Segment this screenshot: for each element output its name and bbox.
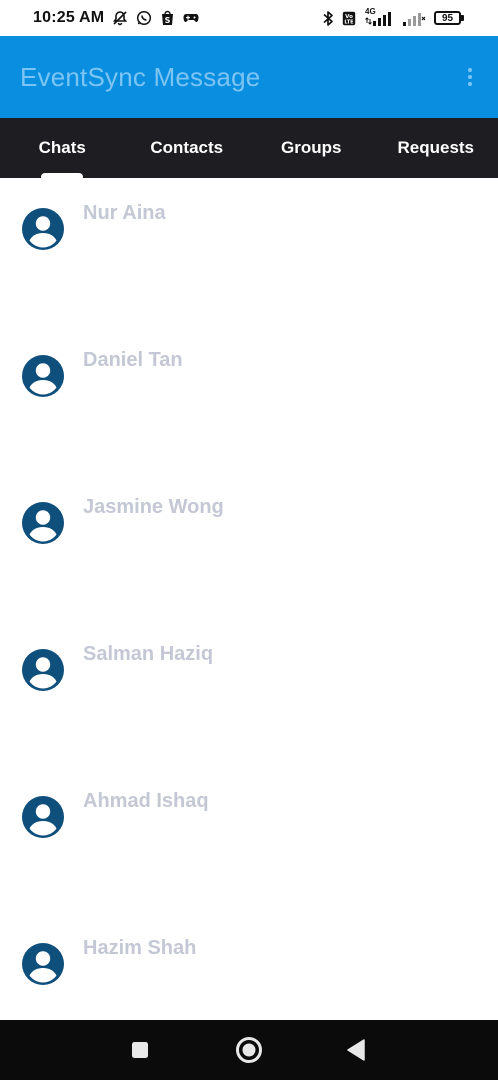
person-avatar-icon	[22, 208, 64, 250]
app-title: EventSync Message	[20, 61, 261, 92]
home-circle-icon[interactable]	[235, 1036, 263, 1064]
network-type-label: 4G	[365, 7, 376, 16]
shopee-icon: S	[160, 10, 175, 26]
chat-item-jasmine-wong[interactable]: Jasmine Wong	[0, 472, 498, 619]
recents-square-icon[interactable]	[131, 1041, 149, 1059]
tab-label: Requests	[397, 138, 475, 157]
battery-tip	[461, 15, 464, 21]
chat-item-daniel-tan[interactable]: Daniel Tan	[0, 325, 498, 472]
battery-icon: 95	[434, 11, 464, 25]
tab-chats[interactable]: Chats	[0, 118, 125, 178]
back-triangle-icon[interactable]	[346, 1039, 366, 1061]
chat-item-hazim-shah[interactable]: Hazim Shah	[0, 913, 498, 1020]
chat-item-salman-haziq[interactable]: Salman Haziq	[0, 619, 498, 766]
person-avatar-icon	[22, 355, 64, 397]
tab-label: Chats	[38, 138, 86, 157]
tab-label: Contacts	[150, 138, 224, 157]
chat-name: Ahmad Ishaq	[83, 790, 209, 812]
tab-contacts[interactable]: Contacts	[125, 118, 250, 178]
person-avatar-icon	[22, 943, 64, 985]
person-avatar-icon	[22, 649, 64, 691]
status-right: Vo LTE 4G 95	[322, 7, 464, 27]
bluetooth-icon	[322, 10, 334, 27]
chat-item-ahmad-ishaq[interactable]: Ahmad Ishaq	[0, 766, 498, 913]
status-left: 10:25 AM S	[33, 9, 199, 27]
mute-bell-icon	[112, 10, 128, 26]
system-nav-bar	[0, 1020, 498, 1080]
game-controller-icon	[183, 12, 199, 24]
chat-name: Hazim Shah	[83, 937, 197, 959]
battery-level: 95	[434, 11, 461, 25]
tab-label: Groups	[281, 138, 342, 157]
menu-dot	[468, 82, 472, 86]
tab-groups[interactable]: Groups	[249, 118, 374, 178]
status-bar: 10:25 AM S Vo LTE 4G 95	[0, 0, 498, 36]
svg-text:LTE: LTE	[344, 19, 354, 25]
signal-icon: 4G	[364, 7, 394, 27]
signal-weak-icon	[402, 9, 426, 27]
chat-name: Nur Aina	[83, 202, 166, 224]
person-avatar-icon	[22, 796, 64, 838]
volte-icon: Vo LTE	[342, 11, 356, 26]
tab-requests[interactable]: Requests	[374, 118, 498, 178]
chat-name: Jasmine Wong	[83, 496, 224, 518]
chat-item-nur-aina[interactable]: Nur Aina	[0, 178, 498, 325]
person-avatar-icon	[22, 502, 64, 544]
tab-bar: Chats Contacts Groups Requests	[0, 118, 498, 178]
menu-dot	[468, 68, 472, 72]
chat-name: Daniel Tan	[83, 349, 183, 371]
menu-dot	[468, 75, 472, 79]
chat-list: Nur Aina Daniel Tan Jasmine Wong Salman …	[0, 178, 498, 1020]
whatsapp-icon	[136, 10, 152, 26]
chat-name: Salman Haziq	[83, 643, 214, 665]
status-time: 10:25 AM	[33, 9, 105, 26]
more-vert-icon[interactable]	[458, 57, 482, 97]
app-bar: EventSync Message	[0, 36, 498, 118]
svg-text:S: S	[165, 16, 171, 25]
